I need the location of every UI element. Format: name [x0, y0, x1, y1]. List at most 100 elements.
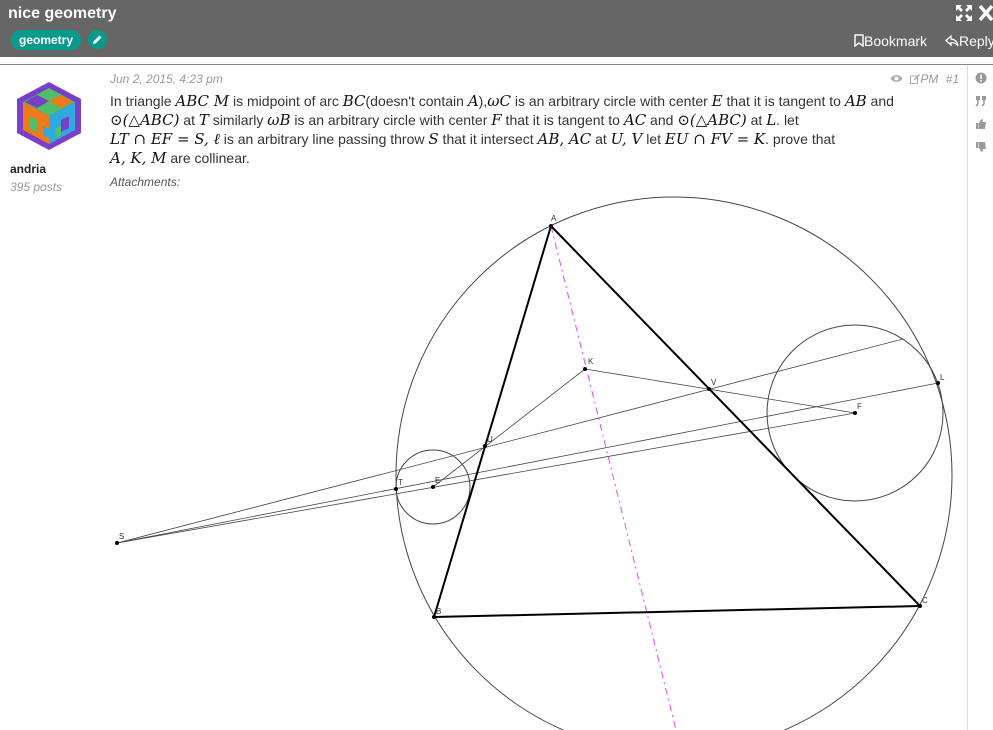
- post-number[interactable]: #1: [946, 72, 959, 86]
- math-expr: A, K, M: [110, 149, 167, 167]
- body-text: is midpoint of arc: [229, 93, 343, 109]
- post-meta: PM #1: [890, 72, 959, 86]
- report-icon: [975, 72, 987, 84]
- math-expr: AB, AC: [537, 130, 592, 148]
- body-text: In triangle: [110, 93, 176, 109]
- body-text: similarly: [208, 112, 268, 128]
- math-expr: ωC: [487, 92, 511, 110]
- math-expr: A: [467, 92, 479, 110]
- math-expr: AB: [844, 92, 867, 110]
- topic-header: nice geometry geometry Bookmark Reply: [0, 0, 993, 57]
- post-body: In triangle ABC M is midpoint of arc BC(…: [110, 92, 960, 168]
- pm-icon: [910, 74, 921, 84]
- body-text: at: [591, 131, 611, 147]
- pm-button[interactable]: PM: [910, 72, 941, 86]
- point-t: [394, 487, 398, 491]
- bookmark-label: Bookmark: [864, 33, 928, 49]
- body-text: is an arbitrary circle with center: [510, 93, 712, 109]
- point-u: [483, 444, 487, 448]
- math-expr: S: [428, 130, 439, 148]
- pencil-icon: [93, 35, 102, 44]
- body-text: and: [646, 112, 678, 128]
- close-icon[interactable]: [979, 4, 993, 22]
- math-expr: E: [711, 92, 723, 110]
- body-text: let: [642, 131, 665, 147]
- line-sf: [116, 412, 856, 544]
- math-expr: U, V: [610, 130, 643, 148]
- math-expr: BC: [342, 92, 366, 110]
- geometry-figure[interactable]: A B C K V L F T E S U: [0, 190, 965, 730]
- post-actions-rail: [967, 65, 968, 730]
- bookmark-icon: [854, 34, 864, 48]
- label-b: B: [436, 607, 441, 616]
- reply-label: Reply: [959, 33, 993, 49]
- label-l: L: [940, 373, 945, 382]
- math-expr: L: [766, 111, 777, 129]
- body-text: at: [179, 112, 199, 128]
- label-a: A: [551, 214, 557, 223]
- point-a: [549, 224, 553, 228]
- label-c: C: [922, 596, 928, 605]
- body-text: that it is tangent to: [722, 93, 845, 109]
- label-s: S: [119, 532, 124, 541]
- point-e: [431, 485, 435, 489]
- avatar[interactable]: [17, 82, 81, 150]
- label-k: K: [588, 357, 594, 366]
- post-side-actions: [973, 72, 989, 164]
- line-sl: [116, 382, 939, 544]
- body-text: that it is tangent to: [501, 112, 624, 128]
- label-u: U: [487, 435, 493, 444]
- body-text: and: [866, 93, 894, 109]
- body-text: that it intersect: [438, 131, 538, 147]
- bookmark-button[interactable]: Bookmark: [854, 33, 927, 49]
- label-e: E: [435, 476, 440, 485]
- label-t: T: [398, 478, 403, 487]
- tag-geometry[interactable]: geometry: [11, 30, 82, 50]
- math-expr: LT ∩ EF = S, ℓ: [110, 130, 220, 148]
- body-text: are collinear.: [166, 150, 250, 166]
- math-expr: EU ∩ FV = K: [664, 130, 766, 148]
- math-expr: T: [198, 111, 209, 129]
- point-k: [583, 367, 587, 371]
- expand-icon[interactable]: [955, 4, 973, 22]
- body-text: . let: [776, 112, 799, 128]
- point-f: [853, 411, 857, 415]
- reply-icon: [945, 34, 959, 47]
- math-expr: ⊙(△ABC): [677, 111, 747, 129]
- line-ek: [432, 368, 586, 488]
- attachments-label: Attachments:: [110, 175, 181, 189]
- reply-button[interactable]: Reply: [945, 33, 993, 49]
- math-expr: ωB: [267, 111, 291, 129]
- thumbs-up-icon: [976, 119, 986, 129]
- quote-icon: [975, 96, 986, 107]
- report-button[interactable]: [973, 72, 989, 95]
- point-s: [115, 541, 119, 545]
- point-v: [707, 387, 711, 391]
- like-button[interactable]: [973, 118, 989, 141]
- math-expr: ⊙(△ABC): [110, 111, 180, 129]
- quote-button[interactable]: [973, 95, 989, 118]
- line-am: [550, 225, 677, 730]
- topic-title: nice geometry: [8, 5, 117, 22]
- label-f: F: [857, 402, 862, 411]
- body-text: . prove that: [765, 131, 836, 147]
- body-text: ),: [478, 93, 488, 109]
- edit-tags-button[interactable]: [88, 30, 107, 49]
- pm-label: PM: [920, 72, 939, 86]
- body-text: at: [746, 112, 767, 128]
- side-bc: [433, 605, 921, 618]
- dislike-button[interactable]: [973, 141, 989, 164]
- math-expr: F: [491, 111, 502, 129]
- body-text: is an arbitrary circle with center: [290, 112, 492, 128]
- thumbs-down-icon: [976, 142, 986, 152]
- body-text: (doesn't contain: [365, 93, 468, 109]
- math-expr: ABC M: [175, 92, 230, 110]
- math-expr: AC: [623, 111, 647, 129]
- side-ab: [433, 225, 552, 618]
- post-date[interactable]: Jun 2, 2015, 4:23 pm: [110, 72, 223, 86]
- line-st: [116, 338, 904, 544]
- header-divider: [0, 64, 993, 65]
- label-v: V: [711, 378, 717, 387]
- eye-icon[interactable]: [890, 74, 903, 83]
- author-name[interactable]: andria: [10, 162, 46, 176]
